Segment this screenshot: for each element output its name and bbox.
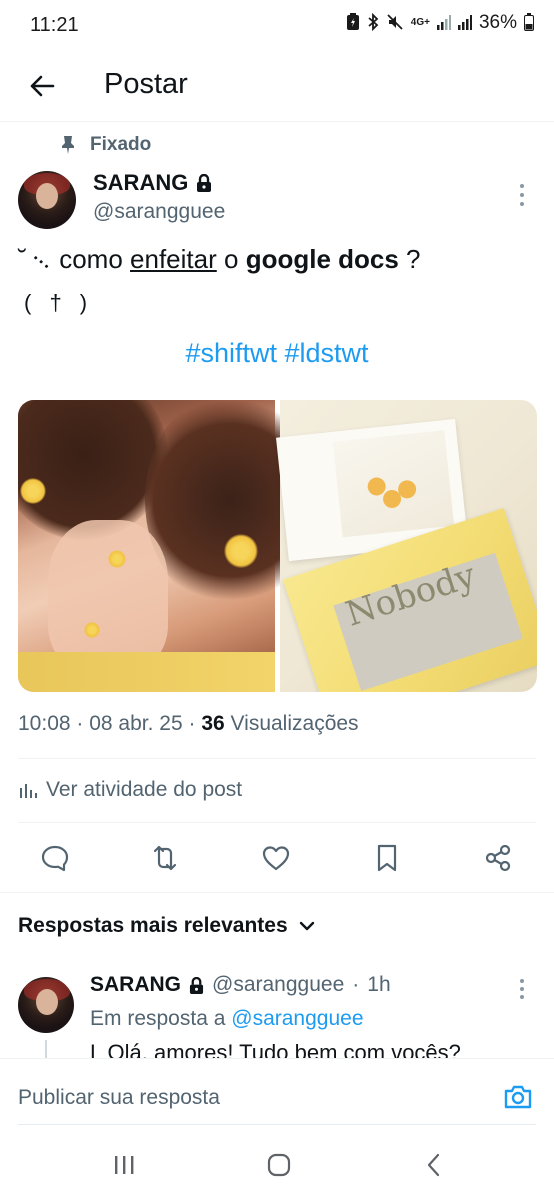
reply-input[interactable] (18, 1083, 478, 1113)
battery-icon (524, 12, 534, 34)
divider (0, 892, 554, 893)
home-icon (267, 1153, 291, 1177)
mute-icon (386, 13, 404, 34)
bookmark-icon (377, 844, 397, 872)
avatar[interactable] (18, 171, 76, 229)
lock-icon (197, 174, 212, 192)
post-activity-link[interactable]: Ver atividade do post (18, 778, 242, 802)
heart-icon (262, 846, 290, 871)
post-actions (0, 838, 554, 878)
avatar-face (36, 989, 58, 1015)
back-button[interactable] (22, 66, 62, 106)
reply-author-name[interactable]: SARANG (90, 973, 181, 997)
status-bar: 11:21 4G+ 36% (0, 0, 554, 52)
divider (18, 1124, 536, 1125)
like-button[interactable] (260, 842, 292, 874)
reply-to-line: Em resposta a @sarangguee (90, 1007, 364, 1031)
hashtags: #shiftwt #ldstwt (0, 338, 554, 369)
reply-text: L Olá, amores! Tudo bem com vocês? (90, 1040, 461, 1058)
author-name: SARANG (93, 170, 189, 195)
repost-button[interactable] (149, 842, 181, 874)
author-handle[interactable]: @sarangguee (93, 200, 225, 224)
divider (18, 758, 536, 759)
post-date: 08 abr. 25 (89, 712, 183, 735)
pinned-label: Fixado (90, 134, 152, 155)
thread-line (45, 1040, 47, 1060)
avatar-face (36, 183, 58, 209)
reply-separator: · (352, 973, 360, 996)
tweet-text-prefix: ˘ ᨞ como (18, 244, 131, 274)
system-back-button[interactable] (414, 1150, 454, 1180)
status-time: 11:21 (30, 14, 79, 36)
comment-icon (41, 845, 69, 872)
activity-label: Ver atividade do post (46, 778, 243, 801)
share-button[interactable] (482, 842, 514, 874)
pin-icon (62, 136, 74, 154)
camera-icon (504, 1085, 532, 1109)
tweet-text-bold: google docs (245, 244, 399, 274)
chevron-down-icon (299, 921, 314, 931)
camera-button[interactable] (502, 1081, 534, 1113)
arrow-left-icon (30, 75, 55, 97)
tweet-symbol-line: ( † ) (24, 290, 94, 315)
system-nav-bar (0, 1124, 554, 1200)
reply-more-options-button[interactable] (510, 977, 534, 1001)
post-time: 10:08 (18, 712, 71, 735)
status-icons: 4G+ 36% (346, 12, 534, 34)
repost-icon (153, 845, 177, 871)
tweet-text-underlined: enfeitar (130, 244, 217, 274)
divider (18, 822, 536, 823)
battery-saver-icon (346, 12, 360, 34)
views-label: Visualizações (230, 712, 359, 735)
recent-apps-button[interactable] (104, 1150, 144, 1180)
tweet-text-middle: o (216, 244, 246, 274)
bluetooth-icon (367, 12, 379, 34)
network-type-icon: 4G+ (410, 17, 430, 28)
more-options-button[interactable] (510, 180, 534, 210)
bookmark-button[interactable] (371, 842, 403, 874)
reply-text-clip: L Olá, amores! Tudo bem com vocês? (90, 1040, 530, 1058)
tweet-text: ˘ ᨞ como enfeitar o google docs ? (18, 244, 421, 276)
reply-time: 1h (367, 973, 391, 996)
app-header: Postar (0, 52, 554, 122)
author-name-row[interactable]: SARANG (93, 170, 212, 196)
hashtag-shiftwt[interactable]: #shiftwt (185, 338, 277, 368)
analytics-icon (20, 784, 37, 798)
share-icon (485, 844, 511, 872)
signal-icon-2 (457, 14, 472, 33)
replies-sort-label: Respostas mais relevantes (18, 914, 288, 937)
home-button[interactable] (259, 1150, 299, 1180)
chevron-left-icon (427, 1153, 440, 1177)
reply-button[interactable] (39, 842, 71, 874)
pinned-indicator: Fixado (60, 134, 151, 156)
reply-author-handle[interactable]: @sarangguee (212, 973, 344, 997)
recent-apps-icon (115, 1156, 134, 1174)
post-meta: 10:08 · 08 abr. 25 · 36 Visualizações (18, 712, 359, 735)
reply-to-prefix: Em resposta a (90, 1007, 226, 1030)
media-grid: Nobody (18, 400, 537, 692)
views-count: 36 (201, 712, 225, 735)
battery-percent: 36% (478, 12, 517, 33)
media-image-woman[interactable] (18, 400, 315, 692)
page-title: Postar (104, 68, 188, 100)
lock-icon (189, 976, 204, 994)
reply-to-handle[interactable]: @sarangguee (231, 1007, 363, 1030)
replies-sort-dropdown[interactable]: Respostas mais relevantes (18, 914, 316, 938)
signal-icon-1 (436, 14, 451, 33)
hashtag-ldstwt[interactable]: #ldstwt (285, 338, 369, 368)
tweet-text-suffix: ? (398, 244, 421, 274)
reply-header: SARANG @sarangguee · 1h (90, 973, 391, 997)
media-image-book[interactable]: Nobody (276, 400, 537, 692)
reply-avatar[interactable] (18, 977, 74, 1033)
